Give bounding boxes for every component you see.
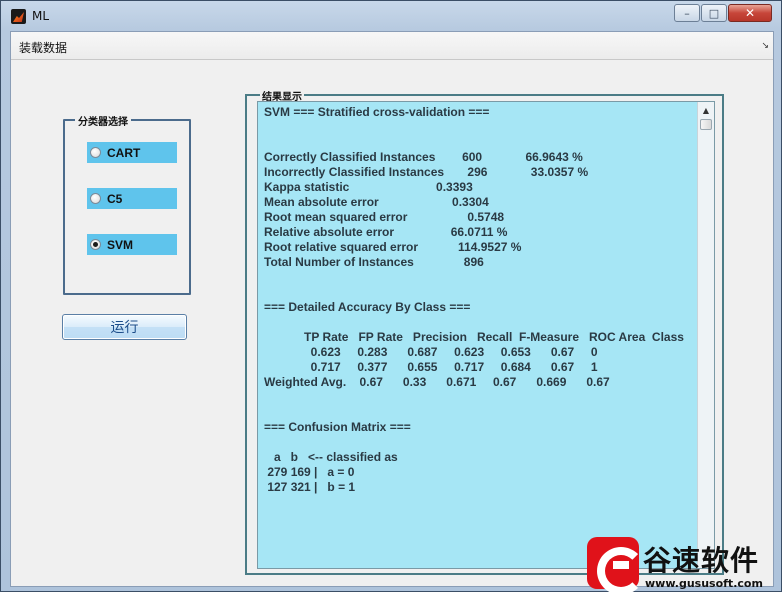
result-line: 127 321 | b = 1: [264, 480, 356, 494]
results-textbox[interactable]: SVM === Stratified cross-validation === …: [257, 101, 715, 569]
classifier-group-label: 分类器选择: [75, 113, 131, 128]
results-panel: 结果显示 SVM === Stratified cross-validation…: [245, 88, 724, 575]
radio-circle-icon[interactable]: [90, 147, 101, 158]
result-line: Incorrectly Classified Instances 296 33.…: [264, 165, 589, 179]
watermark-url: www.gususoft.com: [645, 577, 763, 590]
title-bar[interactable]: ML – □ ✕: [1, 1, 781, 31]
result-line: [264, 435, 694, 450]
result-line: Total Number of Instances 896: [264, 255, 484, 269]
classifier-group: 分类器选择 CART C5 SVM: [63, 113, 191, 295]
app-window: ML – □ ✕ 装载数据 ↘ 分类器选择 CART C5 SVM 运行 结果显…: [0, 0, 782, 592]
result-line: Root mean squared error 0.5748: [264, 210, 505, 224]
gususoft-logo-icon: [587, 537, 645, 592]
results-text: SVM === Stratified cross-validation === …: [264, 105, 694, 568]
vertical-scrollbar[interactable]: ▲: [697, 102, 714, 568]
menu-arrow-icon: ↘: [761, 41, 769, 51]
radio-cart[interactable]: CART: [87, 142, 177, 163]
radio-circle-icon[interactable]: [90, 193, 101, 204]
result-line: Kappa statistic 0.3393: [264, 180, 473, 194]
radio-label: C5: [107, 191, 123, 206]
result-line: [264, 405, 694, 420]
scroll-thumb[interactable]: [700, 119, 712, 130]
result-line: Relative absolute error 66.0711 %: [264, 225, 508, 239]
result-line: [264, 285, 694, 300]
radio-svm[interactable]: SVM: [87, 234, 177, 255]
maximize-button[interactable]: □: [701, 4, 727, 22]
result-line: Weighted Avg. 0.67 0.33 0.671 0.67 0.669…: [264, 375, 610, 389]
radio-label: CART: [107, 145, 141, 160]
result-line: 279 169 | a = 0: [264, 465, 355, 479]
radio-checked-icon[interactable]: [90, 239, 101, 250]
radio-label: SVM: [107, 237, 134, 252]
result-line: [264, 135, 694, 150]
menu-load-data[interactable]: 装载数据: [19, 39, 67, 56]
run-button[interactable]: 运行: [62, 314, 187, 340]
result-line: === Detailed Accuracy By Class ===: [264, 300, 471, 314]
result-line: [264, 510, 694, 525]
minimize-button[interactable]: –: [674, 4, 700, 22]
result-line: [264, 270, 694, 285]
result-line: a b <-- classified as: [264, 450, 398, 464]
window-title: ML: [32, 9, 50, 23]
result-line: 0.717 0.377 0.655 0.717 0.684 0.67 1: [264, 360, 598, 374]
result-line: Root relative squared error 114.9527 %: [264, 240, 522, 254]
result-line: Correctly Classified Instances 600 66.96…: [264, 150, 583, 164]
result-line: TP Rate FP Rate Precision Recall F-Measu…: [264, 330, 684, 344]
matlab-logo-icon: [11, 9, 26, 24]
scroll-up-arrow-icon[interactable]: ▲: [698, 102, 714, 118]
close-button[interactable]: ✕: [728, 4, 772, 22]
menu-bar: 装载数据 ↘: [11, 32, 773, 60]
watermark: 谷速软件 www.gususoft.com: [583, 535, 782, 592]
result-line: Mean absolute error 0.3304: [264, 195, 489, 209]
result-line: === Confusion Matrix ===: [264, 420, 411, 434]
result-line: [264, 315, 694, 330]
result-line: [264, 120, 694, 135]
result-line: [264, 495, 694, 510]
client-area: 装载数据 ↘ 分类器选择 CART C5 SVM 运行 结果显示 SVM ===…: [10, 31, 774, 587]
result-line: 0.623 0.283 0.687 0.623 0.653 0.67 0: [264, 345, 598, 359]
radio-c5[interactable]: C5: [87, 188, 177, 209]
watermark-name: 谷速软件: [643, 544, 760, 577]
result-line: [264, 390, 694, 405]
result-line: SVM === Stratified cross-validation ===: [264, 105, 490, 119]
